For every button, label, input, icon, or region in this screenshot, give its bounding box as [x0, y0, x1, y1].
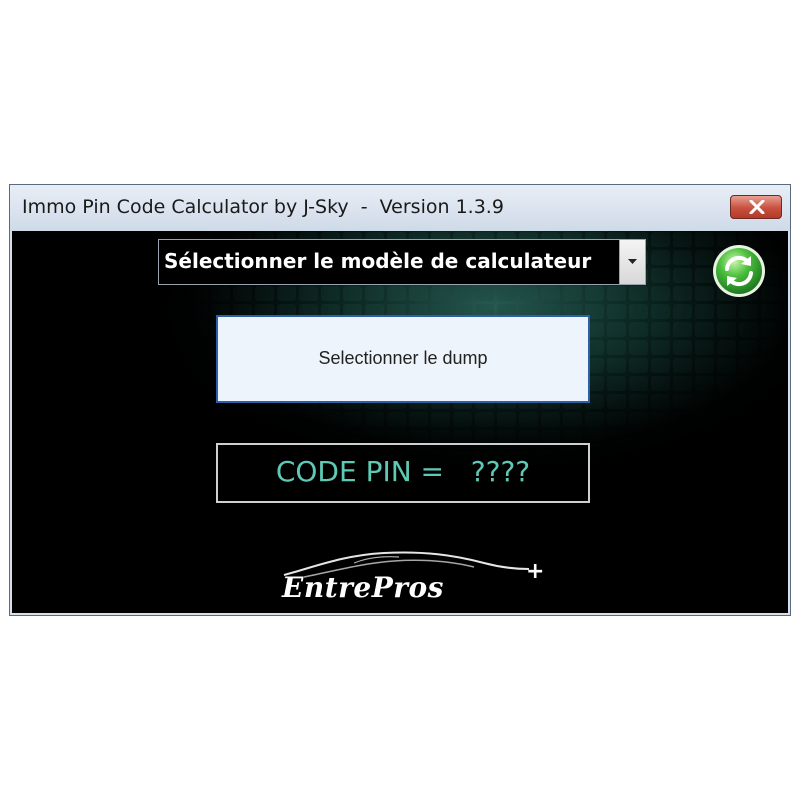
- pin-code-text: CODE PIN = ????: [275, 455, 531, 488]
- pin-code-display: CODE PIN = ????: [216, 443, 590, 503]
- logo-plus: +: [526, 559, 545, 584]
- select-dump-button[interactable]: Selectionner le dump: [216, 315, 590, 403]
- chevron-down-icon: [628, 259, 637, 264]
- close-button[interactable]: [730, 195, 782, 219]
- calculator-model-select[interactable]: Sélectionner le modèle de calculateur: [158, 239, 646, 285]
- refresh-icon: [713, 245, 765, 297]
- main-panel: Sélectionner le modèle de calculateur Se…: [12, 231, 788, 613]
- window-title: Immo Pin Code Calculator by J-Sky - Vers…: [22, 196, 504, 218]
- entrepros-logo: EntrePros +: [274, 545, 554, 613]
- refresh-button[interactable]: [711, 243, 767, 299]
- select-dump-label: Selectionner le dump: [318, 348, 488, 368]
- title-bar[interactable]: Immo Pin Code Calculator by J-Sky - Vers…: [10, 185, 790, 231]
- close-icon: [749, 200, 765, 214]
- app-window: Immo Pin Code Calculator by J-Sky - Vers…: [9, 184, 791, 616]
- dropdown-button[interactable]: [619, 240, 645, 284]
- calculator-model-select-value: Sélectionner le modèle de calculateur: [164, 249, 592, 273]
- logo-text: EntrePros: [282, 571, 444, 604]
